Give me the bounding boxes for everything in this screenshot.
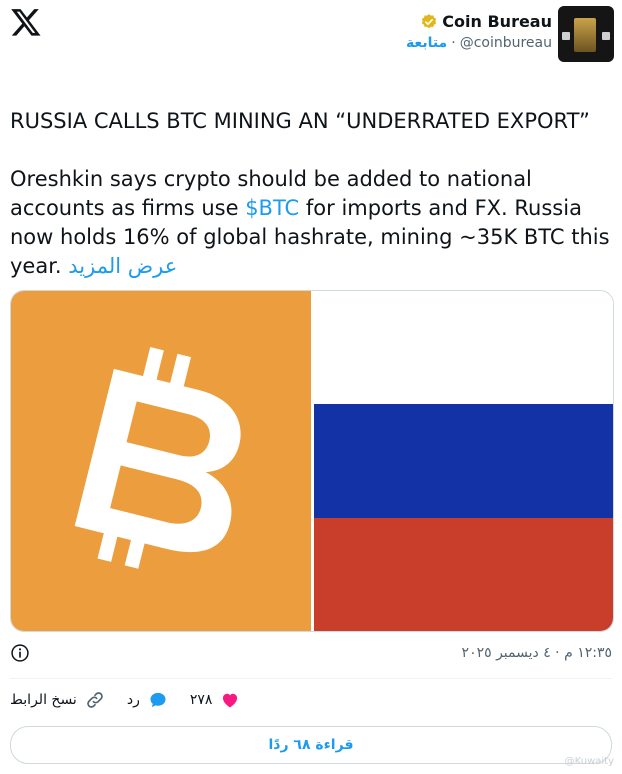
info-icon[interactable]: [10, 643, 30, 663]
reply-label: رد: [126, 692, 140, 708]
tweet-body: Oreshkin says crypto should be added to …: [10, 165, 610, 281]
copy-link-button[interactable]: نسخ الرابط: [10, 690, 105, 710]
tweet-headline: RUSSIA CALLS BTC MINING AN “UNDERRATED E…: [10, 109, 590, 133]
avatar[interactable]: [558, 6, 614, 62]
x-logo-icon[interactable]: [10, 6, 42, 38]
handle-separator: ·: [451, 35, 456, 51]
author-handle[interactable]: @coinbureau: [460, 35, 552, 51]
author-name[interactable]: Coin Bureau: [442, 12, 552, 31]
tweet-actions: ٢٧٨ رد نسخ الرابط: [10, 686, 612, 714]
watermark: @Kuwaity: [564, 756, 614, 767]
russia-flag-emoji-icon: [10, 83, 36, 100]
reply-bubble-icon: [150, 692, 166, 708]
tweet-headline-line: [10, 78, 610, 107]
tweet-text: RUSSIA CALLS BTC MINING AN “UNDERRATED E…: [10, 78, 610, 281]
author-names: Coin Bureau متابعة · @coinbureau: [406, 6, 552, 51]
heart-icon: [223, 693, 238, 708]
copy-link-label: نسخ الرابط: [10, 692, 77, 708]
follow-button[interactable]: متابعة: [406, 35, 447, 51]
tweet-timestamp[interactable]: ١٢:٣٥ م · ٤ ديسمبر ٢٠٢٥: [462, 645, 612, 661]
cashtag-link[interactable]: $BTC: [245, 196, 299, 220]
reply-button[interactable]: رد: [127, 690, 168, 710]
like-button[interactable]: ٢٧٨: [190, 690, 241, 710]
russia-flag-panel: [311, 291, 613, 631]
author-block: Coin Bureau متابعة · @coinbureau: [406, 6, 614, 62]
verified-badge-icon: [422, 13, 437, 28]
tweet-media-image[interactable]: [10, 290, 614, 632]
tweet-meta-row: ١٢:٣٥ م · ٤ ديسمبر ٢٠٢٥: [10, 640, 612, 666]
link-icon: [87, 692, 103, 708]
show-more-link[interactable]: عرض المزيد: [68, 254, 177, 278]
bitcoin-logo-panel: [11, 291, 311, 631]
read-replies-button[interactable]: قراءة ٦٨ ردًا: [10, 726, 612, 764]
divider: [10, 678, 612, 679]
like-count: ٢٧٨: [189, 692, 213, 708]
bitcoin-symbol-icon: [74, 347, 241, 569]
